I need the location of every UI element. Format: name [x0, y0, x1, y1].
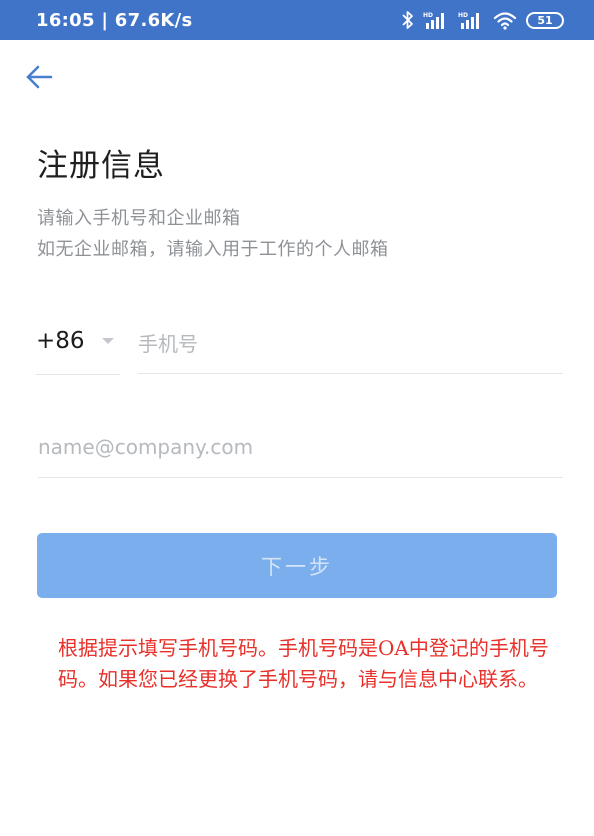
- caret-down-icon: [102, 338, 114, 344]
- subtitle-line-1: 请输入手机号和企业邮箱: [37, 208, 241, 229]
- status-icons: HD HD 51: [402, 9, 564, 31]
- country-code-selector[interactable]: +86: [36, 322, 120, 375]
- bluetooth-icon: [402, 10, 414, 30]
- status-time: 16:05 | 67.6K/s: [36, 10, 193, 31]
- country-code-value: +86: [36, 328, 85, 354]
- arrow-left-icon[interactable]: [22, 60, 56, 94]
- battery-level: 51: [537, 13, 553, 27]
- page-title: 注册信息: [37, 148, 165, 184]
- svg-text:HD: HD: [423, 12, 433, 19]
- status-bar: 16:05 | 67.6K/s HD HD 51: [0, 0, 594, 40]
- subtitle-line-2: 如无企业邮箱，请输入用于工作的个人邮箱: [37, 239, 389, 260]
- email-input[interactable]: [38, 424, 563, 478]
- annotation-note: 根据提示填写手机号码。手机号码是OA中登记的手机号码。如果您已经更换了手机号码，…: [58, 636, 549, 691]
- svg-text:HD: HD: [458, 12, 468, 19]
- signal-hd-icon: HD: [423, 10, 449, 30]
- phone-input[interactable]: [138, 322, 563, 374]
- wifi-icon: [493, 10, 517, 30]
- battery-icon: 51: [526, 11, 564, 29]
- signal-hd-icon: HD: [458, 10, 484, 30]
- next-button[interactable]: 下一步: [37, 533, 557, 598]
